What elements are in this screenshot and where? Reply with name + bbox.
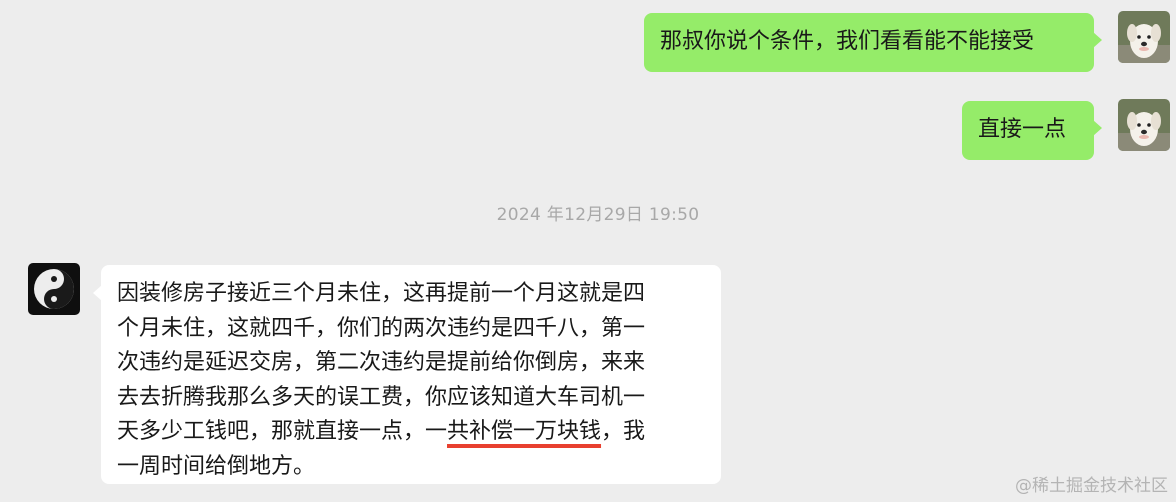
contact-avatar-yin-yang-icon[interactable] (28, 263, 80, 315)
message-text: 直接一点 (978, 117, 1067, 142)
message-line: 去去折腾我那么多天的误工费，你应该知道大车司机一 (117, 384, 646, 410)
message-text: 天多少工钱吧，那就直接一点，一 (117, 419, 448, 444)
outgoing-message-bubble[interactable]: 那叔你说个条件，我们看看能不能接受 (644, 13, 1102, 72)
message-timestamp: 2024 年12月29日 19:50 (496, 205, 700, 225)
watermark: @稀土掘金技术社区 (1015, 476, 1168, 496)
self-avatar-puppy-icon[interactable] (1118, 11, 1170, 63)
message-text: 那叔你说个条件，我们看看能不能接受 (660, 29, 1035, 54)
message-line: 个月未住，这就四千，你们的两次违约是四千八，第一 (117, 315, 646, 341)
message-text: ，我 (601, 419, 646, 444)
outgoing-message-bubble[interactable]: 直接一点 (962, 101, 1102, 160)
message-line: 天多少工钱吧，那就直接一点，一共补偿一万块钱，我 (117, 415, 721, 450)
self-avatar-puppy-icon[interactable] (1118, 99, 1170, 151)
incoming-message-bubble[interactable]: 因装修房子接近三个月未住，这再提前一个月这就是四 个月未住，这就四千，你们的两次… (93, 265, 721, 484)
message-line: 一周时间给倒地方。 (117, 453, 316, 479)
message-line: 因装修房子接近三个月未住，这再提前一个月这就是四 (117, 281, 646, 306)
red-underlined-text: 共补偿一万块钱 (447, 419, 602, 444)
message-line: 次违约是延迟交房，第二次违约是提前给你倒房，来来 (117, 350, 646, 375)
